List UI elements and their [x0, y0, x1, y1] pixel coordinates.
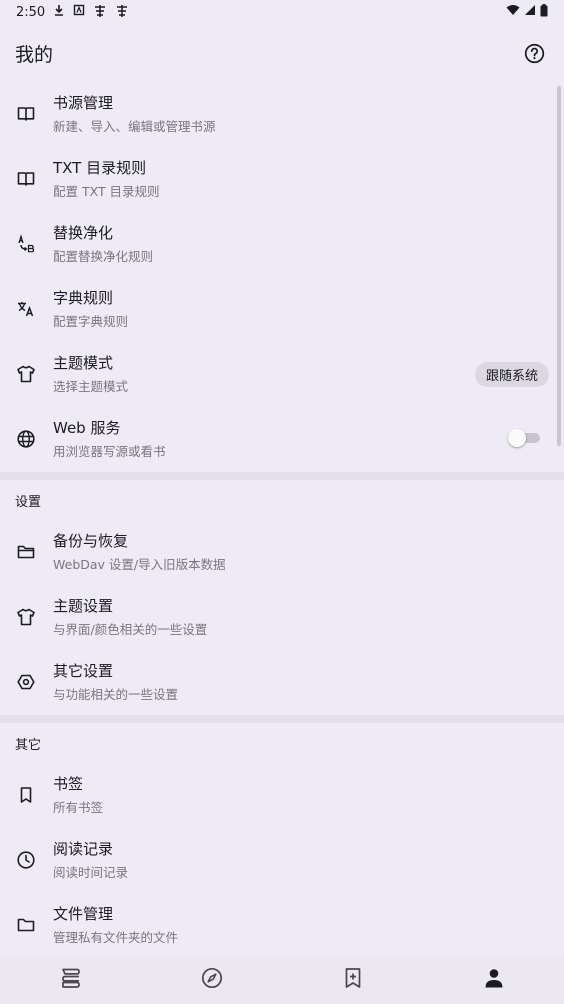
nav-bookshelf[interactable]: [0, 956, 141, 1004]
page-title: 我的: [15, 43, 54, 66]
item-subtitle: 与界面/颜色相关的一些设置: [53, 622, 208, 637]
download-icon: [53, 4, 65, 20]
item-title: 字典规则: [53, 289, 114, 307]
replace-icon: [16, 234, 36, 254]
section-divider: [0, 472, 564, 480]
bookshelf-icon: [59, 966, 83, 994]
nav-explore[interactable]: [141, 956, 282, 1004]
shirt-icon: [16, 364, 36, 384]
list-item-theme-mode[interactable]: 主题模式 选择主题模式 跟随系统: [0, 342, 564, 407]
list-item-backup-restore[interactable]: 备份与恢复 WebDav 设置/导入旧版本数据: [0, 520, 564, 585]
item-subtitle: 阅读时间记录: [53, 865, 129, 880]
item-title: 主题设置: [53, 597, 114, 615]
theme-mode-chip[interactable]: 跟随系统: [474, 362, 549, 387]
item-title: 书签: [53, 775, 84, 793]
list-item-file-manage[interactable]: 文件管理 管理私有文件夹的文件: [0, 893, 564, 958]
list-item-bookmarks[interactable]: 书签 所有书签: [0, 763, 564, 828]
item-title: 书源管理: [53, 94, 114, 112]
section-header-settings: 设置: [15, 494, 42, 510]
item-subtitle: 管理私有文件夹的文件: [53, 930, 179, 945]
item-title: 阅读记录: [53, 840, 114, 858]
item-title: 文件管理: [53, 905, 114, 923]
section-divider: [0, 715, 564, 723]
list-item-reading-history[interactable]: 阅读记录 阅读时间记录: [0, 828, 564, 893]
item-subtitle: WebDav 设置/导入旧版本数据: [53, 557, 226, 572]
rss-bookmark-icon: [341, 966, 365, 994]
status-time: 2:50: [16, 4, 46, 20]
item-title: Web 服务: [53, 419, 121, 437]
status-bar: 2:50: [0, 0, 564, 24]
item-subtitle: 新建、导入、编辑或管理书源: [53, 119, 216, 134]
folder-open-icon: [16, 542, 36, 562]
profile-icon: [482, 966, 506, 994]
list-item-theme-settings[interactable]: 主题设置 与界面/颜色相关的一些设置: [0, 585, 564, 650]
list-item-dict-rules[interactable]: 字典规则 配置字典规则: [0, 277, 564, 342]
section-header-other: 其它: [15, 737, 42, 753]
folder-icon: [16, 915, 36, 935]
list-item-web-service[interactable]: Web 服务 用浏览器写源或看书: [0, 407, 564, 472]
bottom-nav: [0, 956, 564, 1004]
help-icon[interactable]: [522, 41, 546, 65]
list-item-txt-rules[interactable]: TXT 目录规则 配置 TXT 目录规则: [0, 147, 564, 212]
globe-icon: [16, 429, 36, 449]
explore-icon: [200, 966, 224, 994]
item-title: 主题模式: [53, 354, 114, 372]
notification-icon: [73, 4, 85, 20]
app-bar: 我的: [0, 24, 564, 82]
item-title: 替换净化: [53, 224, 114, 242]
wifi-icon: [506, 4, 520, 20]
item-subtitle: 所有书签: [53, 800, 104, 815]
list-item-replace-purify[interactable]: 替换净化 配置替换净化规则: [0, 212, 564, 277]
list-item-source-manage[interactable]: 书源管理 新建、导入、编辑或管理书源: [0, 82, 564, 147]
book-icon: [16, 169, 36, 189]
item-subtitle: 用浏览器写源或看书: [53, 444, 166, 459]
item-title: 备份与恢复: [53, 532, 129, 550]
item-subtitle: 配置 TXT 目录规则: [53, 184, 160, 199]
item-subtitle: 与功能相关的一些设置: [53, 687, 179, 702]
book-icon: [16, 104, 36, 124]
item-subtitle: 配置替换净化规则: [53, 249, 154, 264]
settings-icon: [16, 672, 36, 692]
app-icon: [115, 4, 129, 21]
nav-profile[interactable]: [423, 956, 564, 1004]
item-subtitle: 选择主题模式: [53, 379, 129, 394]
item-title: TXT 目录规则: [53, 159, 147, 177]
settings-list: 书源管理 新建、导入、编辑或管理书源 TXT 目录规则 配置 TXT 目录规则 …: [0, 82, 564, 958]
shirt-icon: [16, 607, 36, 627]
list-item-other-settings[interactable]: 其它设置 与功能相关的一些设置: [0, 650, 564, 715]
translate-icon: [16, 299, 36, 319]
signal-icon: [524, 4, 536, 20]
web-service-toggle[interactable]: [508, 429, 540, 447]
clock-icon: [16, 850, 36, 870]
bookmark-icon: [16, 785, 36, 805]
app-icon: [93, 4, 107, 21]
toggle-knob: [508, 429, 526, 447]
battery-icon: [540, 3, 548, 21]
nav-rss[interactable]: [282, 956, 423, 1004]
item-subtitle: 配置字典规则: [53, 314, 129, 329]
item-title: 其它设置: [53, 662, 114, 680]
